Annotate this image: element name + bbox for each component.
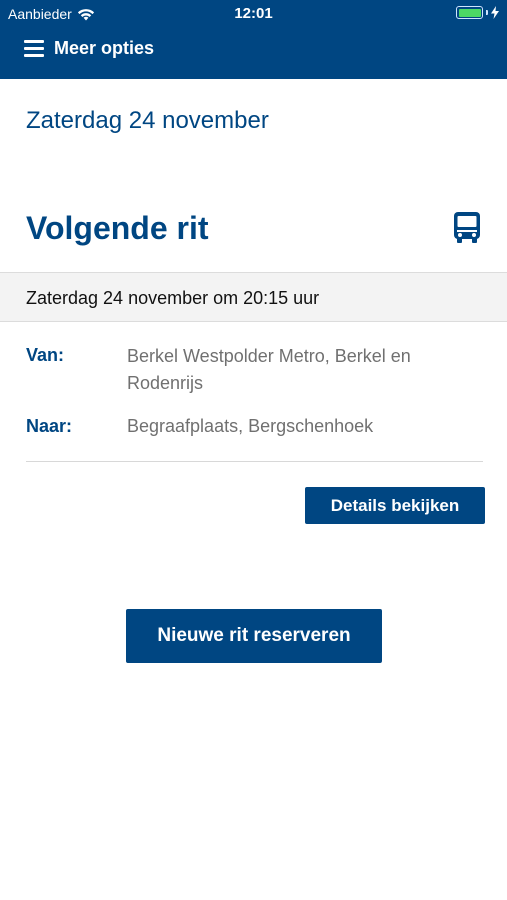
charging-bolt-icon [491, 6, 499, 19]
bus-icon [454, 212, 480, 243]
next-ride-title: Volgende rit [26, 210, 209, 246]
ride-datetime: Zaterdag 24 november om 20:15 uur [26, 288, 320, 308]
divider [26, 461, 483, 462]
status-bar: Aanbieder 12:01 [0, 0, 507, 28]
date-heading: Zaterdag 24 november [26, 107, 269, 134]
from-label: Van: [26, 345, 65, 365]
battery-icon [456, 6, 483, 19]
to-label: Naar: [26, 416, 73, 436]
more-options-label: Meer opties [54, 38, 155, 58]
new-ride-button[interactable]: Nieuwe rit reserveren [126, 609, 382, 663]
from-value: Berkel Westpolder Metro, Berkel en Roden… [127, 346, 411, 393]
battery-tip [486, 10, 488, 15]
ride-datetime-band: Zaterdag 24 november om 20:15 uur [0, 272, 507, 322]
to-value: Begraafplaats, Bergschenhoek [127, 416, 374, 436]
battery-group [456, 6, 499, 19]
status-time: 12:01 [234, 5, 273, 22]
app-header: Aanbieder 12:01 Meer opties [0, 0, 507, 79]
hamburger-menu-icon[interactable] [24, 40, 44, 57]
details-button[interactable]: Details bekijken [305, 487, 485, 524]
more-options-button[interactable]: Meer opties [24, 38, 154, 59]
battery-level-fill [458, 8, 481, 17]
